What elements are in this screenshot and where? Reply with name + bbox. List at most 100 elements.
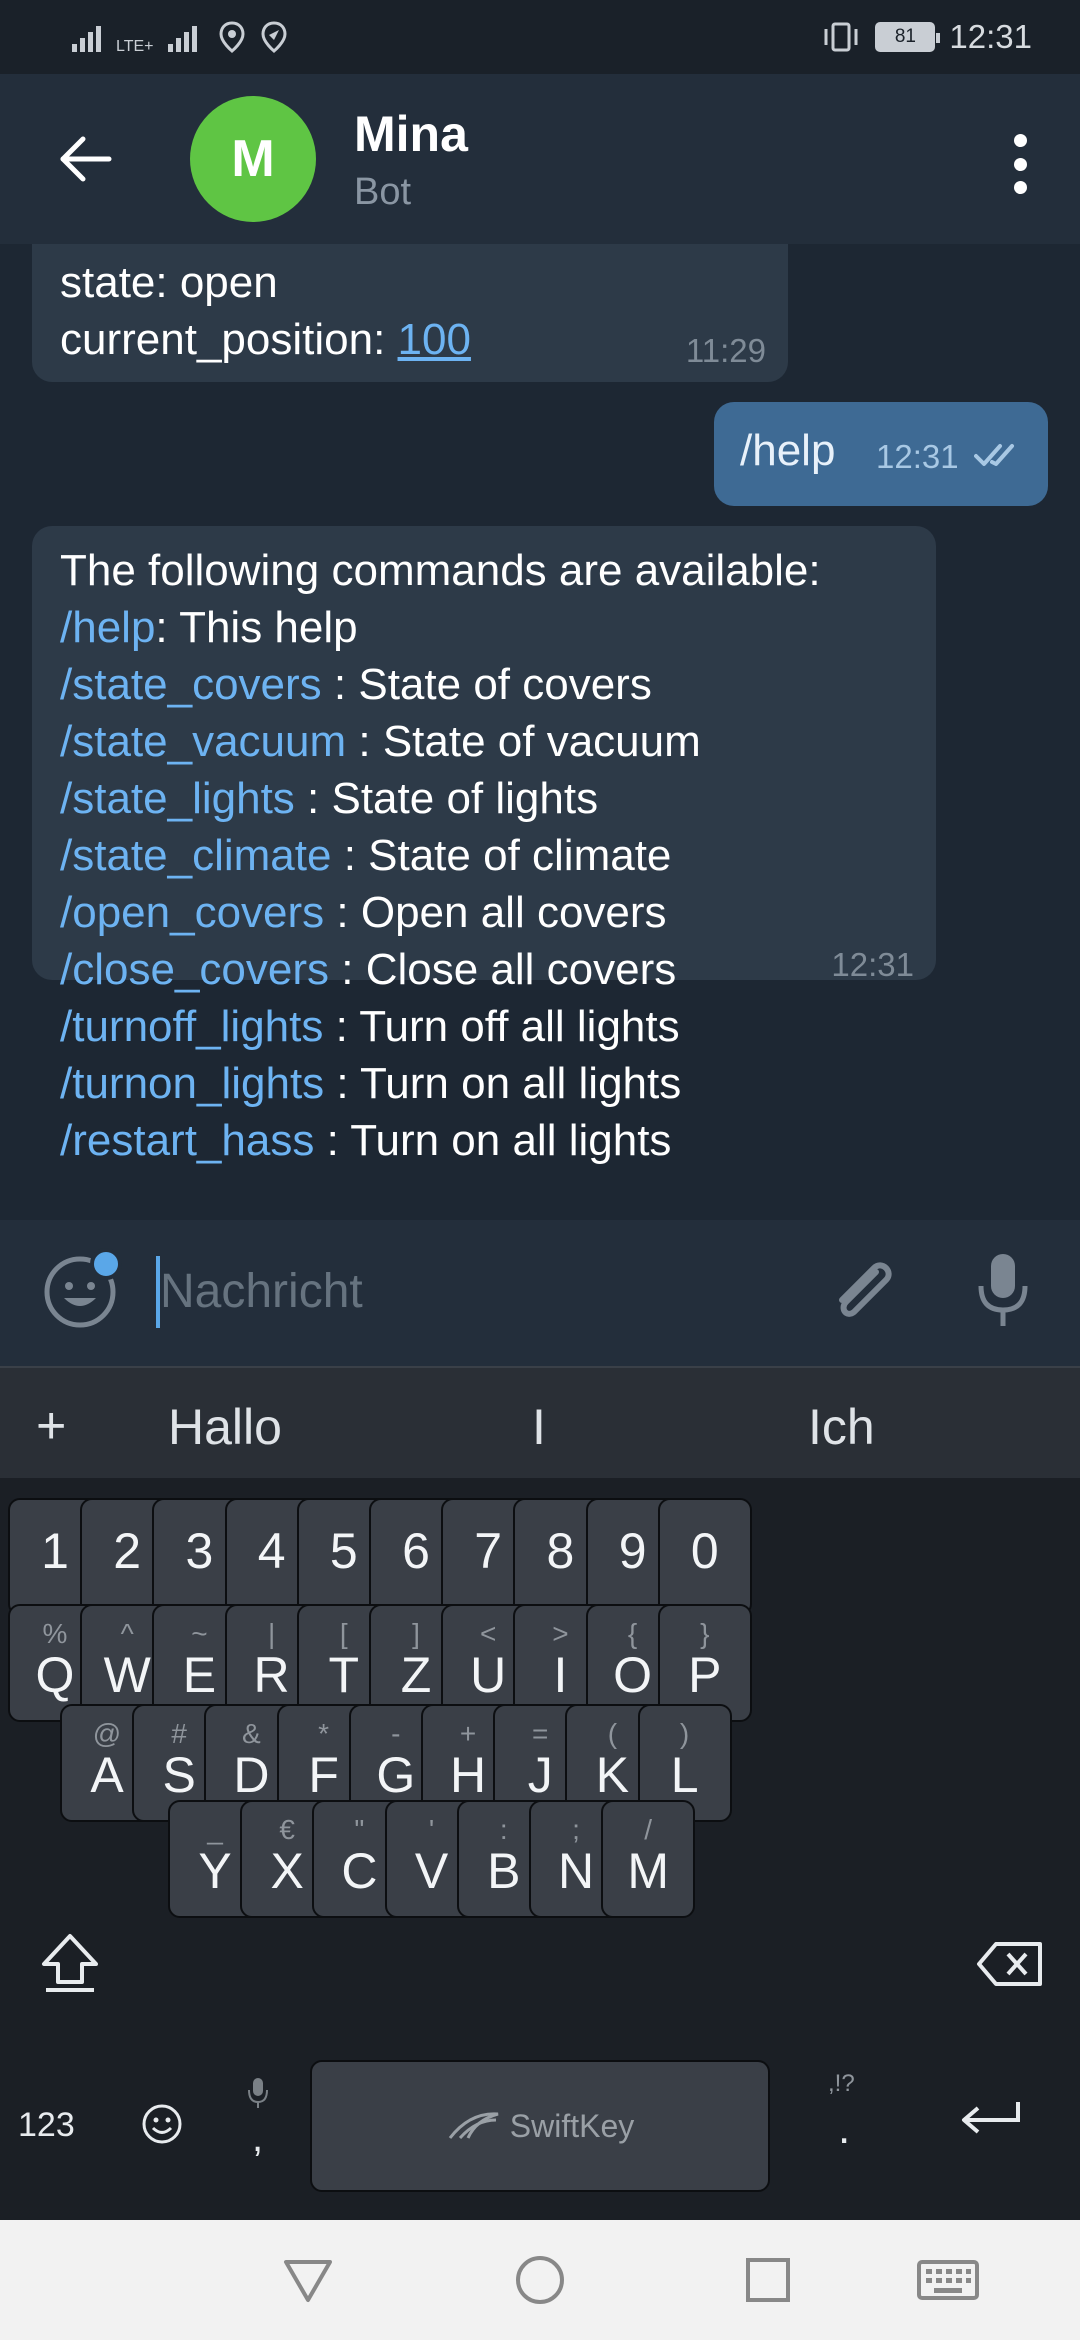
enter-icon[interactable] <box>958 2098 1024 2142</box>
command-row: /close_covers : Close all covers <box>60 941 701 998</box>
space-bar[interactable]: SwiftKey <box>310 2060 770 2192</box>
command-link[interactable]: /state_covers <box>60 660 322 709</box>
command-link[interactable]: /help <box>60 603 155 652</box>
message-time: 11:29 <box>685 332 766 369</box>
command-row: /state_vacuum : State of vacuum <box>60 713 701 770</box>
message-line-position: current_position: 100 <box>60 311 471 368</box>
signal-icon <box>72 26 101 52</box>
message-input[interactable]: Nachricht <box>160 1264 363 1319</box>
command-list: /help: This help/state_covers : State of… <box>60 599 701 1169</box>
chat-subtitle: Bot <box>354 170 412 213</box>
nav-keyboard-button[interactable] <box>908 2244 988 2316</box>
help-time: 12:31 <box>831 946 914 983</box>
key-123[interactable]: 123 <box>18 2106 75 2145</box>
command-link[interactable]: /state_climate <box>60 831 331 880</box>
emoji-key-icon[interactable] <box>138 2100 186 2148</box>
command-link[interactable]: /close_covers <box>60 945 329 994</box>
status-right: 81 12:31 <box>821 18 1032 56</box>
mic-key-icon <box>248 2078 268 2108</box>
message-incoming-help[interactable]: The following commands are available: /h… <box>32 526 936 1165</box>
command-row: /restart_hass : Turn on all lights <box>60 1112 701 1169</box>
suggestion-word[interactable]: Ich <box>808 1398 875 1456</box>
suggestion-plus-button[interactable]: + <box>36 1396 66 1456</box>
paperclip-icon[interactable] <box>824 1254 904 1334</box>
command-description: : This help <box>155 603 358 652</box>
nav-back-button[interactable] <box>272 2244 344 2316</box>
message-outgoing[interactable]: /help 12:31 <box>714 402 1048 506</box>
key-period[interactable]: . <box>838 2104 850 2154</box>
position-value-link[interactable]: 100 <box>398 315 471 364</box>
status-bar: LTE+ 81 12:31 <box>0 0 1080 74</box>
message-incoming-state[interactable]: state: open current_position: 100 11:29 <box>32 244 788 382</box>
backspace-icon[interactable] <box>976 1940 1044 1988</box>
location-icon <box>218 21 245 53</box>
nav-recents-button[interactable] <box>732 2244 804 2316</box>
system-nav-bar <box>0 2220 1080 2340</box>
nav-home-button[interactable] <box>504 2244 576 2316</box>
lte-label: LTE+ <box>116 38 154 55</box>
key-comma[interactable]: , <box>252 2116 263 2161</box>
avatar-letter: M <box>231 130 275 188</box>
key-label: P <box>688 1647 722 1703</box>
emoji-icon[interactable] <box>36 1242 126 1332</box>
arrow-left-icon <box>60 136 112 182</box>
battery-indicator: 81 <box>875 22 941 52</box>
command-description: : Open all covers <box>324 888 667 937</box>
microphone-icon[interactable] <box>968 1246 1038 1336</box>
suggestion-word[interactable]: Hallo <box>168 1398 282 1456</box>
back-button[interactable] <box>40 114 130 204</box>
outgoing-time: 12:31 <box>876 438 959 475</box>
chat-title-block[interactable]: Mina Bot <box>354 105 468 214</box>
command-link[interactable]: /restart_hass <box>60 1116 314 1165</box>
command-description: : State of climate <box>331 831 672 880</box>
command-row: /turnon_lights : Turn on all lights <box>60 1055 701 1112</box>
command-row: /state_climate : State of climate <box>60 827 701 884</box>
position-label: current_position: <box>60 315 398 364</box>
command-description: : State of lights <box>294 774 599 823</box>
shift-icon[interactable] <box>38 1930 102 1994</box>
outgoing-text: /help <box>740 426 836 475</box>
navigation-icon <box>260 21 287 53</box>
command-link[interactable]: /turnon_lights <box>60 1059 324 1108</box>
help-intro: The following commands are available: <box>60 546 821 595</box>
key-period-secondary: ,!? <box>828 2070 855 2097</box>
vibrate-icon <box>824 22 858 52</box>
key-m[interactable]: / M <box>601 1800 696 1918</box>
more-vertical-icon[interactable] <box>1010 134 1030 194</box>
command-description: : State of vacuum <box>346 717 701 766</box>
key-label: M <box>627 1843 670 1899</box>
suggestion-word[interactable]: I <box>532 1398 546 1456</box>
status-time: 12:31 <box>949 18 1032 55</box>
triangle-back-icon <box>284 2260 332 2302</box>
message-list[interactable]: state: open current_position: 100 11:29 … <box>0 244 1080 1220</box>
key-label: L <box>670 1747 699 1803</box>
command-link[interactable]: /turnoff_lights <box>60 1002 323 1051</box>
square-recents-icon <box>746 2258 790 2302</box>
command-link[interactable]: /state_lights <box>60 774 295 823</box>
command-link[interactable]: /state_vacuum <box>60 717 346 766</box>
signal-icon-2 <box>167 26 197 52</box>
command-description: : State of covers <box>321 660 652 709</box>
key-0[interactable]: 0 <box>657 1498 752 1616</box>
battery-level: 81 <box>894 26 916 47</box>
keyboard-icon <box>917 2260 979 2300</box>
circle-home-icon <box>516 2256 564 2304</box>
command-description: : Turn on all lights <box>314 1116 672 1165</box>
key-label: 0 <box>690 1523 719 1579</box>
avatar[interactable]: M <box>190 96 316 222</box>
command-description: : Turn on all lights <box>324 1059 682 1108</box>
command-row: /open_covers : Open all covers <box>60 884 701 941</box>
command-link[interactable]: /open_covers <box>60 888 324 937</box>
command-row: /turnoff_lights : Turn off all lights <box>60 998 701 1055</box>
command-row: /state_lights : State of lights <box>60 770 701 827</box>
space-brand: SwiftKey <box>509 2107 635 2144</box>
message-input-bar: Nachricht <box>0 1220 1080 1366</box>
status-left: LTE+ <box>72 18 288 56</box>
command-row: /state_covers : State of covers <box>60 656 701 713</box>
message-line: state: open <box>60 258 278 307</box>
command-description: : Turn off all lights <box>323 1002 680 1051</box>
chat-header: M Mina Bot <box>0 74 1080 244</box>
command-description: : Close all covers <box>329 945 677 994</box>
double-check-icon <box>974 444 1014 466</box>
chat-name: Mina <box>354 105 468 162</box>
